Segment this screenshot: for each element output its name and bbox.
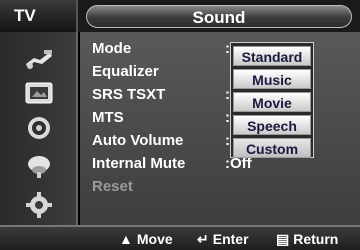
enter-label: Enter [212, 231, 249, 247]
menu-item-mts[interactable]: MTS [92, 109, 124, 127]
footer-bar: ▲︎ Move ↵ Enter ▤ Return [0, 225, 360, 250]
return-label: Return [293, 231, 339, 247]
sound-menu-panel: Mode Equalizer SRS TSXT MTS Auto Volume … [80, 32, 360, 225]
menu-item-internal-mute[interactable]: Internal Mute [92, 155, 185, 173]
setup-icon[interactable] [22, 190, 56, 220]
tv-label: TV [14, 6, 36, 25]
up-down-arrow-icon: ▲︎ [119, 231, 133, 247]
tv-osd-screen: TV Sound Mode Equalizer SRS TSXT MTS Aut… [0, 0, 360, 250]
channel-icon[interactable] [22, 150, 56, 180]
input-icon[interactable] [22, 44, 56, 74]
option-speech[interactable]: Speech [233, 115, 311, 135]
menu-item-equalizer[interactable]: Equalizer [92, 63, 159, 81]
move-label: Move [136, 231, 173, 247]
picture-icon[interactable] [22, 78, 56, 108]
menu-item-srs-tsxt[interactable]: SRS TSXT [92, 86, 165, 104]
sidebar [0, 32, 78, 225]
sound-title-tab: Sound [86, 5, 352, 28]
tv-tab[interactable]: TV [0, 0, 78, 32]
enter-hint: ↵ Enter [197, 231, 249, 247]
option-music[interactable]: Music [233, 69, 311, 89]
menu-item-auto-volume[interactable]: Auto Volume [92, 132, 183, 150]
return-hint: ▤ Return [276, 231, 338, 247]
header-bar: TV Sound [0, 0, 360, 32]
return-icon: ▤ [276, 231, 290, 247]
sound-icon[interactable] [22, 113, 56, 143]
option-standard[interactable]: Standard [233, 46, 311, 66]
menu-item-reset: Reset [92, 178, 133, 195]
page-title: Sound [192, 8, 246, 27]
option-movie[interactable]: Movie [233, 92, 311, 112]
enter-icon: ↵ [197, 231, 209, 247]
move-hint: ▲︎ Move [119, 231, 173, 247]
option-custom[interactable]: Custom [233, 138, 311, 158]
menu-item-mode[interactable]: Mode [92, 40, 131, 58]
mode-dropdown[interactable]: Standard Music Movie Speech Custom [230, 42, 314, 158]
